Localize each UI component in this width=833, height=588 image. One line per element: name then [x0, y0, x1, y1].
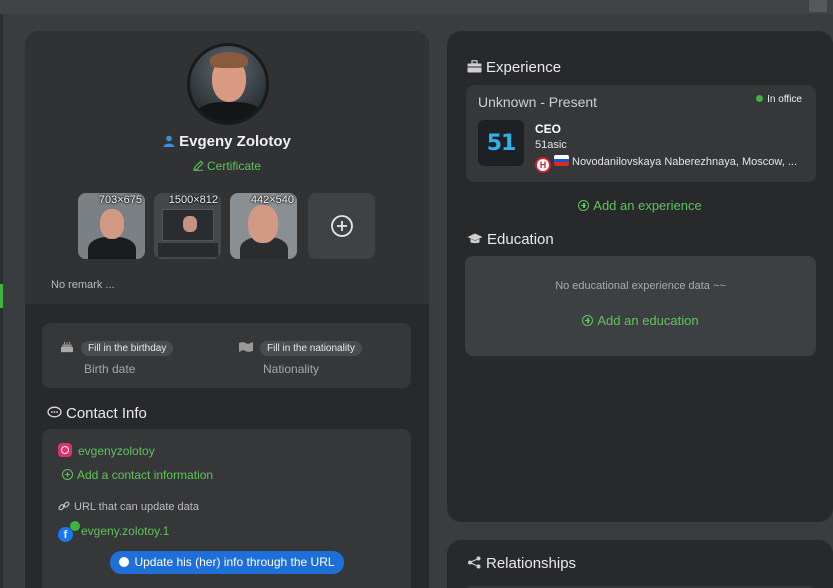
plus-circle-icon — [62, 469, 73, 480]
education-section-title: Education — [467, 231, 554, 248]
experience-period: Unknown - Present — [478, 94, 598, 110]
relationships-card: Relationships — [447, 540, 833, 588]
certificate-link[interactable]: Certificate — [25, 159, 429, 173]
add-education-label: Add an education — [597, 313, 699, 328]
experience-section-title: Experience — [467, 59, 561, 76]
nationality-pill[interactable]: Fill in the nationality — [260, 341, 362, 356]
company-logo[interactable]: 51 — [478, 120, 524, 166]
russia-flag-icon — [554, 155, 569, 166]
window-top-bar — [0, 0, 833, 14]
nationality-field[interactable]: Fill in the nationality Nationality — [238, 339, 362, 376]
facebook-contact[interactable]: f evgeny.zolotoy.1 — [58, 521, 170, 542]
photo-dimensions: 442×540 — [250, 194, 294, 206]
contact-section-title: Contact Info — [47, 405, 147, 422]
contact-info-box: evgenyzolotoy Add a contact information … — [42, 429, 411, 588]
instagram-contact[interactable]: evgenyzolotoy — [58, 443, 155, 458]
link-icon — [58, 501, 70, 511]
job-role: CEO — [535, 122, 562, 136]
experience-entry[interactable]: Unknown - Present In office 51 CEO 51asi… — [466, 85, 816, 182]
url-update-label: URL that can update data — [74, 501, 199, 513]
user-icon — [163, 135, 175, 147]
add-contact-link[interactable]: Add a contact information — [62, 468, 213, 482]
company-name[interactable]: 51asic — [535, 139, 567, 151]
add-experience-label: Add an experience — [593, 198, 702, 213]
status-text: In office — [767, 94, 802, 105]
career-card: Experience Unknown - Present In office 5… — [447, 31, 833, 522]
plus-circle-icon — [578, 200, 590, 211]
window-control-button[interactable] — [809, 0, 827, 12]
relationships-section-title: Relationships — [467, 555, 576, 572]
company-location: H Novodanilovskaya Naberezhnaya, Moscow, … — [535, 155, 797, 173]
edge-marker — [0, 284, 3, 308]
location-text: Novodanilovskaya Naberezhnaya, Moscow, .… — [572, 156, 798, 168]
avatar[interactable] — [187, 43, 269, 125]
personal-info-box: Fill in the birthday Birth date Fill in … — [42, 323, 411, 388]
profile-card: Evgeny Zolotoy Certificate 703×675 1500×… — [25, 31, 429, 588]
left-edge-strip — [0, 14, 3, 588]
url-update-label-row: URL that can update data — [58, 500, 199, 513]
cake-icon — [61, 341, 73, 353]
photo-thumbnail[interactable]: 1500×812 — [154, 193, 221, 259]
pencil-icon — [193, 160, 204, 171]
nationality-label: Nationality — [263, 362, 320, 376]
birthday-pill[interactable]: Fill in the birthday — [81, 341, 174, 356]
location-badge: H — [535, 157, 551, 173]
photo-dimensions: 703×675 — [98, 194, 142, 206]
briefcase-icon — [467, 60, 482, 73]
photo-thumbnail[interactable]: 442×540 — [230, 193, 297, 259]
birthday-label: Birth date — [84, 362, 136, 376]
photo-dimensions: 1500×812 — [168, 194, 218, 206]
facebook-icon: f — [58, 521, 80, 542]
graduation-cap-icon — [467, 233, 483, 244]
add-contact-label: Add a contact information — [77, 468, 214, 482]
experience-title: Experience — [486, 59, 562, 76]
plus-circle-icon — [330, 215, 353, 237]
education-empty-text: No educational experience data ~~ — [555, 280, 726, 292]
status-badge: In office — [756, 94, 802, 105]
education-title: Education — [487, 231, 554, 248]
update-button-label: Update his (her) info through the URL — [134, 555, 335, 569]
profile-name-row: Evgeny Zolotoy — [25, 133, 429, 150]
company-logo-text: 51 — [486, 130, 517, 156]
chat-bubble-icon — [47, 406, 62, 418]
facebook-handle: evgeny.zolotoy.1 — [81, 524, 170, 538]
education-box: No educational experience data ~~ Add an… — [465, 256, 816, 356]
update-via-url-button[interactable]: Update his (her) info through the URL — [110, 551, 344, 574]
instagram-handle: evgenyzolotoy — [78, 444, 155, 458]
status-dot-icon — [756, 95, 764, 102]
profile-header: Evgeny Zolotoy Certificate 703×675 1500×… — [25, 31, 429, 304]
birthday-field[interactable]: Fill in the birthday Birth date — [59, 339, 174, 376]
plus-circle-icon — [582, 315, 594, 326]
network-icon — [468, 556, 481, 569]
check-icon — [70, 521, 80, 531]
remark-text[interactable]: No remark ... — [51, 279, 115, 291]
map-icon — [239, 342, 253, 352]
profile-name: Evgeny Zolotoy — [179, 133, 291, 150]
add-experience-link[interactable]: Add an experience — [447, 198, 833, 213]
certificate-label: Certificate — [206, 159, 262, 173]
refresh-icon — [119, 557, 130, 567]
instagram-icon — [58, 443, 72, 457]
add-education-link[interactable]: Add an education — [465, 313, 816, 328]
contact-title-text: Contact Info — [66, 405, 147, 422]
photo-thumbnail[interactable]: 703×675 — [78, 193, 145, 259]
add-photo-button[interactable] — [308, 193, 375, 259]
relationships-title: Relationships — [486, 555, 577, 572]
